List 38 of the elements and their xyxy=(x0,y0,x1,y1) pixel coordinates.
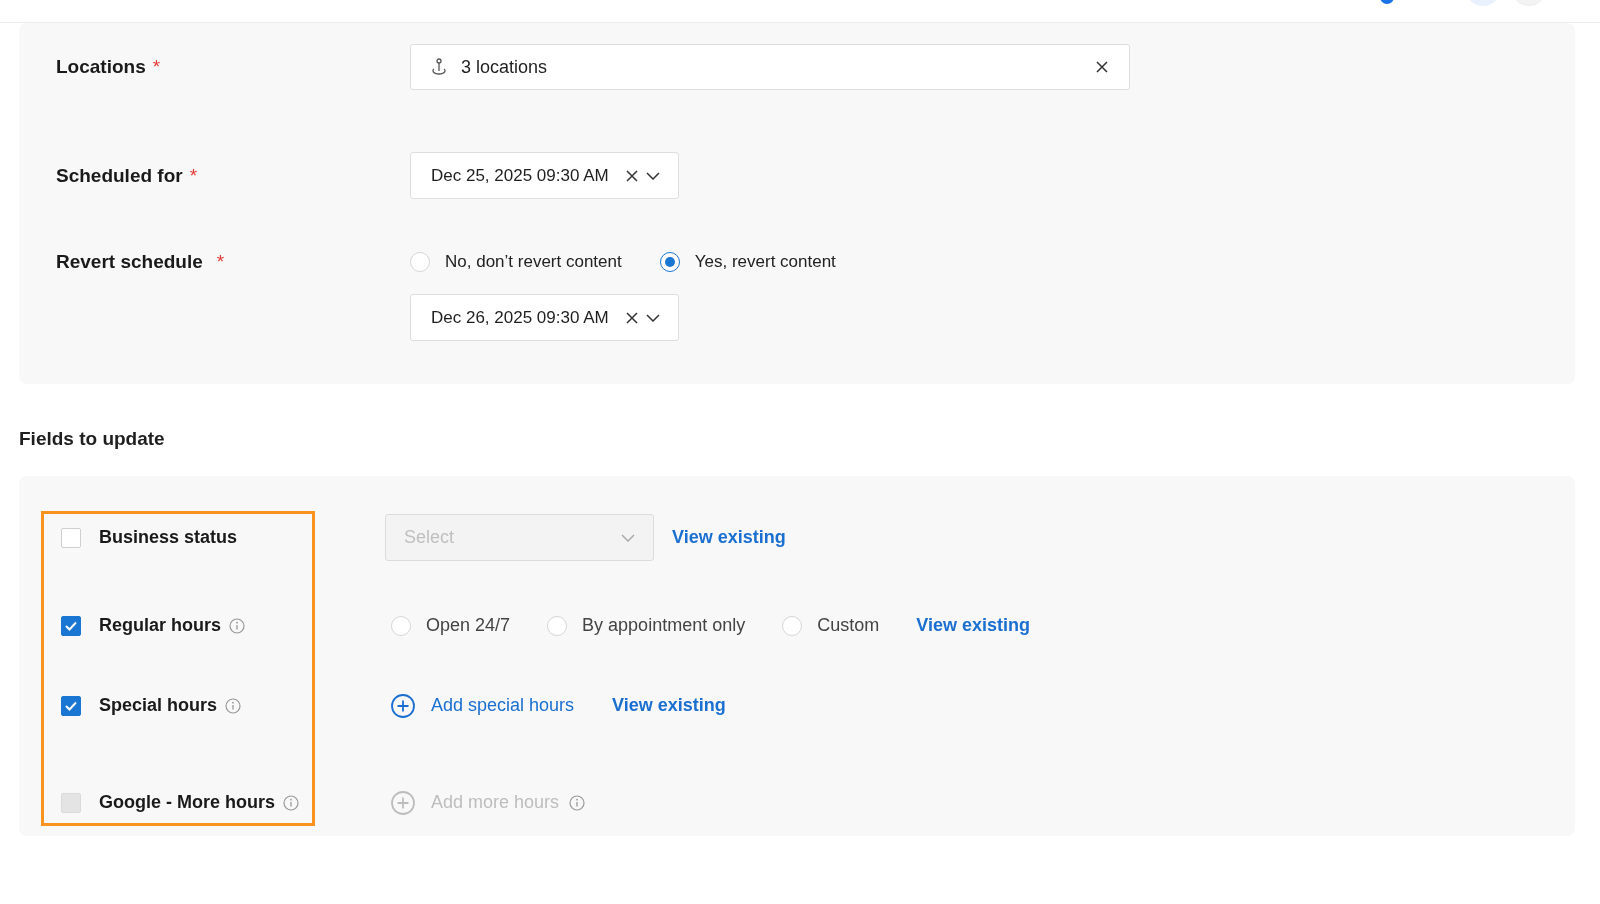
radio-label[interactable]: By appointment only xyxy=(582,615,746,636)
plus-circle-icon xyxy=(391,693,415,718)
field-label: Regular hours xyxy=(99,615,222,636)
locations-field[interactable]: 3 locations xyxy=(410,44,1130,90)
section-title: Fields to update xyxy=(19,428,166,450)
date-field[interactable]: Dec 26, 2025 09:30 AM xyxy=(410,294,679,341)
add-button[interactable]: Add special hours xyxy=(391,693,575,718)
field-label: Business status xyxy=(99,527,238,548)
view-existing-link[interactable]: View existing xyxy=(612,695,726,716)
required-mark: * xyxy=(152,56,161,78)
field-label: Special hours xyxy=(99,695,218,716)
info-icon[interactable] xyxy=(229,617,246,634)
info-icon[interactable] xyxy=(225,697,242,714)
field-label: Scheduled for xyxy=(56,164,183,187)
field-label: Revert schedule xyxy=(56,251,203,273)
clear-icon[interactable] xyxy=(624,310,639,325)
field-label: Locations xyxy=(56,56,146,78)
checkbox[interactable] xyxy=(61,615,81,636)
radio-label[interactable]: Open 24/7 xyxy=(426,615,511,636)
field-label: Google - More hours xyxy=(99,792,275,813)
radio-label[interactable]: No, don’t revert content xyxy=(445,252,622,272)
radio-button[interactable] xyxy=(659,252,680,272)
clear-icon[interactable] xyxy=(624,168,639,183)
pin-icon xyxy=(431,58,447,76)
check-icon xyxy=(64,699,78,712)
view-existing-link[interactable]: View existing xyxy=(916,615,1030,636)
radio-label[interactable]: Yes, revert content xyxy=(694,252,836,272)
chevron-down-icon[interactable] xyxy=(645,313,660,322)
radio-label[interactable]: Custom xyxy=(817,615,880,636)
view-existing-link[interactable]: View existing xyxy=(672,527,786,548)
checkbox[interactable] xyxy=(61,695,81,716)
required-mark: * xyxy=(189,164,198,187)
check-icon xyxy=(64,619,78,632)
date-field[interactable]: Dec 25, 2025 09:30 AM xyxy=(410,152,679,199)
plus-circle-icon xyxy=(391,790,415,815)
clear-icon[interactable] xyxy=(1095,60,1109,74)
chevron-down-icon[interactable] xyxy=(645,171,660,180)
required-mark: * xyxy=(216,251,225,273)
